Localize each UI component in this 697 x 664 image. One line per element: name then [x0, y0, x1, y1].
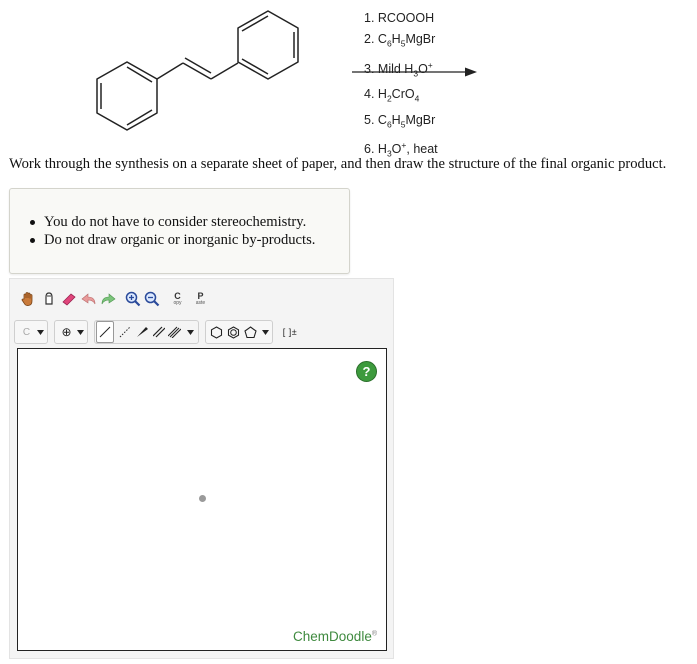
- reagent-step-1: 1. RCOOOH: [364, 8, 438, 29]
- reagent-step-number: 4.: [364, 87, 378, 102]
- triple-bond-button[interactable]: [165, 321, 184, 343]
- hashed-bond-icon: [119, 326, 130, 338]
- reagent-step-number: 6.: [364, 142, 378, 157]
- pentagon-ring-icon: [244, 325, 257, 338]
- lasso-icon: [44, 292, 53, 305]
- instructions-text: Work through the synthesis on a separate…: [9, 156, 667, 172]
- reagent-step-2: 2. C6H5MgBr: [364, 29, 438, 55]
- cyclopentane-button[interactable]: [241, 321, 260, 343]
- reagent-formula-part: MgBr: [405, 112, 436, 127]
- note-byproducts: Do not draw organic or inorganic by-prod…: [29, 232, 316, 248]
- reaction-scheme: [96, 10, 477, 131]
- charge-plus-icon: ⊕: [61, 325, 72, 339]
- single-bond-button[interactable]: [96, 321, 114, 343]
- atom-label: C: [22, 326, 31, 338]
- atom-selector[interactable]: C: [14, 320, 48, 344]
- chevron-down-icon: [262, 329, 269, 335]
- reagent-step-4: 4. H2CrO4: [364, 84, 438, 110]
- zoom-out-icon: [144, 291, 159, 307]
- reagent-step-5: 5. C6H5MgBr: [364, 110, 438, 136]
- chemdoodle-logo: ChemDoodle®: [293, 629, 377, 644]
- zoom-out-button[interactable]: [142, 288, 161, 310]
- eraser-tool-button[interactable]: [59, 288, 78, 310]
- charge-button[interactable]: ⊕: [57, 321, 76, 343]
- lasso-tool-button[interactable]: [39, 288, 58, 310]
- eraser-icon: [61, 293, 76, 306]
- redo-button[interactable]: [98, 288, 117, 310]
- reagent-step-number: 2.: [364, 32, 378, 46]
- canvas-center-marker: [199, 495, 206, 502]
- reagent-formula-part: H: [377, 142, 387, 157]
- wedge-bond-icon: [136, 327, 148, 337]
- bond-selector[interactable]: [94, 320, 199, 344]
- reagent-formula-part: Mild H: [377, 61, 414, 76]
- reagent-formula-part: C: [377, 32, 387, 46]
- reagent-formula-part: H: [391, 112, 401, 127]
- notes-box: You do not have to consider stereochemis…: [9, 188, 350, 274]
- single-bond-icon: [99, 326, 111, 338]
- undo-button[interactable]: [79, 288, 98, 310]
- reagent-formula-part: O: [391, 142, 402, 157]
- reagent-step-number: 3.: [364, 61, 378, 76]
- chevron-down-icon: [187, 329, 194, 335]
- reagent-formula-part: +: [427, 59, 433, 70]
- redo-icon: [101, 293, 116, 305]
- atom-dropdown-toggle[interactable]: [36, 321, 45, 343]
- reagent-formula-part: 4: [414, 93, 420, 104]
- ring-selector[interactable]: [205, 320, 273, 344]
- reagent-formula-part: O: [418, 61, 428, 76]
- reagent-formula-part: MgBr: [405, 32, 436, 46]
- bracket-icon: [ ]±: [282, 327, 298, 337]
- reagent-formula-part: RCOOOH: [377, 11, 435, 25]
- chemdoodle-sketcher: C opy P aste C ⊕ []± ? ChemDoodle®: [9, 278, 394, 659]
- chevron-down-icon: [77, 329, 84, 335]
- reagent-formula-part: H: [391, 32, 401, 46]
- hexagon-ring-icon: [210, 325, 223, 339]
- copy-button[interactable]: C opy: [168, 288, 187, 310]
- charge-selector[interactable]: ⊕: [54, 320, 88, 344]
- reagent-formula-part: CrO: [391, 87, 415, 102]
- brand-text: ChemDoodle: [293, 629, 372, 644]
- bracket-button[interactable]: [ ]±: [280, 321, 300, 343]
- reagent-formula-part: H: [377, 87, 387, 102]
- hand-icon: [21, 292, 32, 306]
- reagent-formula-part: , heat: [406, 142, 438, 157]
- drawing-canvas[interactable]: ? ChemDoodle®: [17, 348, 387, 651]
- note-stereochemistry: You do not have to consider stereochemis…: [29, 213, 315, 231]
- ring-dropdown-toggle[interactable]: [261, 321, 270, 343]
- stilbene-structure: [96, 10, 299, 131]
- charge-dropdown-toggle[interactable]: [76, 321, 85, 343]
- paste-button[interactable]: P aste: [191, 288, 210, 310]
- triple-bond-icon: [168, 326, 181, 338]
- undo-icon: [80, 293, 95, 305]
- reagent-step-number: 5.: [364, 112, 378, 127]
- benzene-ring-icon: [227, 325, 240, 339]
- reagent-list: 1. RCOOOH 2. C6H5MgBr 3. Mild H3O+ 4. H2CrO…: [364, 8, 438, 165]
- help-button[interactable]: ?: [356, 361, 377, 382]
- zoom-in-icon: [125, 291, 140, 307]
- atom-label-button[interactable]: C: [17, 321, 36, 343]
- bond-dropdown-toggle[interactable]: [186, 321, 195, 343]
- reagent-formula-part: C: [377, 112, 387, 127]
- reagent-step-number: 1.: [364, 11, 378, 25]
- chevron-down-icon: [37, 329, 44, 335]
- hand-tool-button[interactable]: [18, 288, 37, 310]
- reagent-step-3: 3. Mild H3O+: [364, 55, 438, 85]
- zoom-in-button[interactable]: [123, 288, 142, 310]
- double-bond-icon: [152, 326, 165, 338]
- brand-registered-mark: ®: [371, 630, 377, 638]
